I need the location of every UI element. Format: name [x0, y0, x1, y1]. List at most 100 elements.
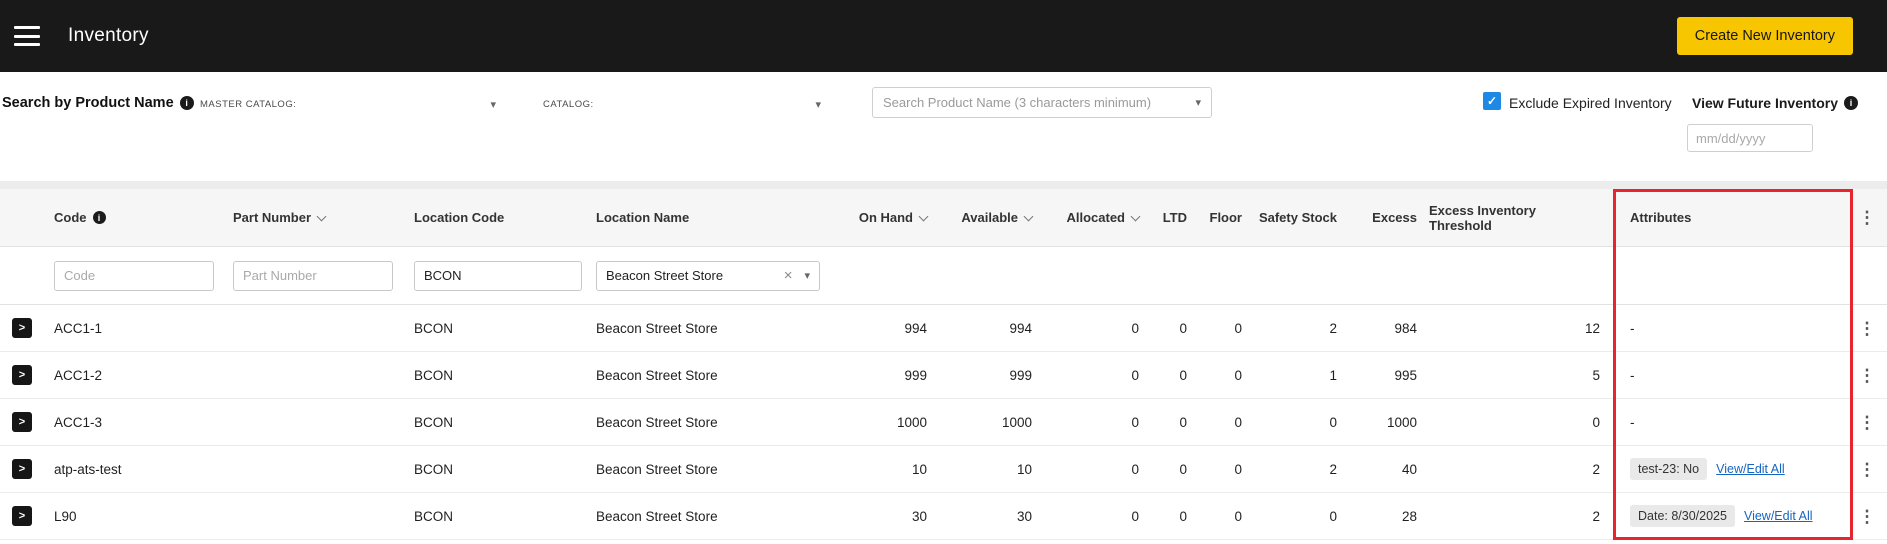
chevron-down-icon: ▾ — [490, 98, 496, 111]
location-name-filter-select[interactable]: Beacon Street Store × ▾ — [596, 260, 820, 291]
cell-available: 30 — [1016, 508, 1032, 524]
top-app-bar: Inventory Create New Inventory — [0, 0, 1887, 72]
cell-ltd: 0 — [1179, 508, 1187, 524]
cell-location-code: BCON — [414, 461, 454, 477]
filter-empty-cell — [1199, 247, 1254, 304]
info-icon[interactable]: i — [92, 211, 106, 224]
cell-excess-threshold: 12 — [1584, 320, 1600, 336]
info-icon[interactable]: i — [1844, 96, 1858, 110]
row-kebab-icon[interactable]: ⋮ — [1859, 414, 1876, 431]
cell-floor: 0 — [1234, 367, 1242, 383]
code-filter-input[interactable] — [54, 260, 214, 291]
table-row: > ACC1-3 BCON Beacon Street Store 1000 1… — [0, 399, 1887, 446]
header-allocated[interactable]: Allocated — [1044, 189, 1151, 246]
filter-empty-cell — [1151, 247, 1199, 304]
exclude-expired-checkbox[interactable]: ✓ — [1483, 92, 1501, 110]
cell-attributes: - — [1630, 367, 1635, 383]
cell-location-code: BCON — [414, 367, 454, 383]
header-on-hand-label: On Hand — [858, 210, 913, 225]
chevron-down-icon — [1023, 211, 1034, 221]
menu-icon[interactable] — [14, 26, 40, 46]
cell-excess-threshold: 2 — [1592, 508, 1600, 524]
header-excess-threshold: Excess Inventory Threshold — [1429, 189, 1612, 246]
header-excess-threshold-label: Excess Inventory Threshold — [1429, 202, 1536, 233]
cell-floor: 0 — [1234, 461, 1242, 477]
row-kebab-icon[interactable]: ⋮ — [1859, 461, 1876, 478]
cell-code: ACC1-1 — [54, 320, 103, 336]
table-row: > atp-ats-test BCON Beacon Street Store … — [0, 446, 1887, 493]
table-row: > L90 BCON Beacon Street Store 30 30 0 0… — [0, 493, 1887, 540]
cell-location-code: BCON — [414, 508, 454, 524]
cell-floor: 0 — [1234, 414, 1242, 430]
cell-on-hand: 994 — [904, 320, 927, 336]
master-catalog-label: MASTER CATALOG: — [200, 98, 297, 110]
header-available[interactable]: Available — [939, 189, 1044, 246]
header-location-name: Location Name — [584, 189, 834, 246]
filter-empty-cell — [1847, 247, 1887, 304]
header-excess: Excess — [1349, 189, 1429, 246]
view-future-inventory-label: View Future Inventory i — [1692, 95, 1858, 111]
cell-attributes: test-23: No View/Edit All — [1612, 446, 1847, 492]
row-kebab-icon[interactable]: ⋮ — [1859, 320, 1876, 337]
cell-allocated: 0 — [1131, 414, 1139, 430]
chevron-down-icon: ▾ — [804, 270, 810, 282]
filter-empty-cell — [1612, 247, 1847, 304]
location-name-selected-value: Beacon Street Store — [606, 268, 724, 283]
filter-empty-cell — [939, 247, 1044, 304]
cell-location-code: BCON — [414, 414, 454, 430]
cell-code: atp-ats-test — [54, 461, 122, 477]
search-by-product-name-text: Search by Product Name — [2, 95, 174, 111]
cell-available: 999 — [1009, 367, 1032, 383]
part-number-filter-input[interactable] — [233, 260, 393, 291]
cell-attributes: - — [1630, 320, 1635, 336]
expand-row-icon[interactable]: > — [12, 318, 32, 338]
info-icon[interactable]: i — [179, 96, 194, 110]
view-future-inventory-text: View Future Inventory — [1692, 95, 1838, 111]
view-edit-all-link[interactable]: View/Edit All — [1716, 462, 1785, 476]
filter-empty-cell — [1429, 247, 1612, 304]
expand-row-icon[interactable]: > — [12, 506, 32, 526]
cell-location-code: BCON — [414, 320, 454, 336]
header-code: Code i — [44, 189, 222, 246]
cell-excess: 1000 — [1386, 414, 1417, 430]
header-location-name-label: Location Name — [596, 210, 690, 225]
product-name-search-select[interactable]: Search Product Name (3 characters minimu… — [872, 87, 1212, 118]
view-edit-all-link[interactable]: View/Edit All — [1744, 509, 1813, 523]
attribute-chip: test-23: No — [1630, 458, 1708, 480]
master-catalog-select[interactable]: MASTER CATALOG: ▾ — [200, 92, 496, 116]
header-on-hand[interactable]: On Hand — [834, 189, 939, 246]
row-kebab-icon[interactable]: ⋮ — [1859, 367, 1876, 384]
table-options-kebab-icon[interactable]: ⋮ — [1859, 209, 1876, 226]
location-code-filter-input[interactable] — [414, 260, 582, 291]
clear-icon[interactable]: × — [784, 267, 793, 284]
header-safety-stock: Safety Stock — [1254, 189, 1349, 246]
catalog-select[interactable]: CATALOG: ▾ — [543, 92, 821, 116]
cell-on-hand: 1000 — [896, 414, 927, 430]
cell-excess: 40 — [1401, 461, 1417, 477]
cell-part-number — [222, 399, 402, 445]
cell-safety-stock: 1 — [1329, 367, 1337, 383]
cell-part-number — [222, 493, 402, 539]
header-part-number[interactable]: Part Number — [222, 189, 402, 246]
cell-on-hand: 30 — [911, 508, 927, 524]
cell-available: 1000 — [1001, 414, 1032, 430]
header-attributes-label: Attributes — [1630, 210, 1692, 225]
cell-location-name: Beacon Street Store — [596, 414, 718, 430]
filter-empty-cell — [1044, 247, 1151, 304]
chevron-down-icon: ▾ — [1195, 97, 1201, 109]
chevron-down-icon — [1130, 211, 1141, 221]
expand-row-icon[interactable]: > — [12, 412, 32, 432]
cell-location-name: Beacon Street Store — [596, 367, 718, 383]
header-code-label: Code — [54, 210, 87, 225]
cell-allocated: 0 — [1131, 367, 1139, 383]
row-kebab-icon[interactable]: ⋮ — [1859, 508, 1876, 525]
header-kebab: ⋮ — [1847, 189, 1887, 246]
cell-available: 10 — [1016, 461, 1032, 477]
future-inventory-date-input[interactable] — [1687, 124, 1813, 152]
expand-row-icon[interactable]: > — [12, 459, 32, 479]
header-floor: Floor — [1199, 189, 1254, 246]
expand-row-icon[interactable]: > — [12, 365, 32, 385]
create-new-inventory-button[interactable]: Create New Inventory — [1676, 17, 1853, 55]
cell-attributes: - — [1630, 414, 1635, 430]
header-ltd-label: LTD — [1162, 210, 1187, 225]
